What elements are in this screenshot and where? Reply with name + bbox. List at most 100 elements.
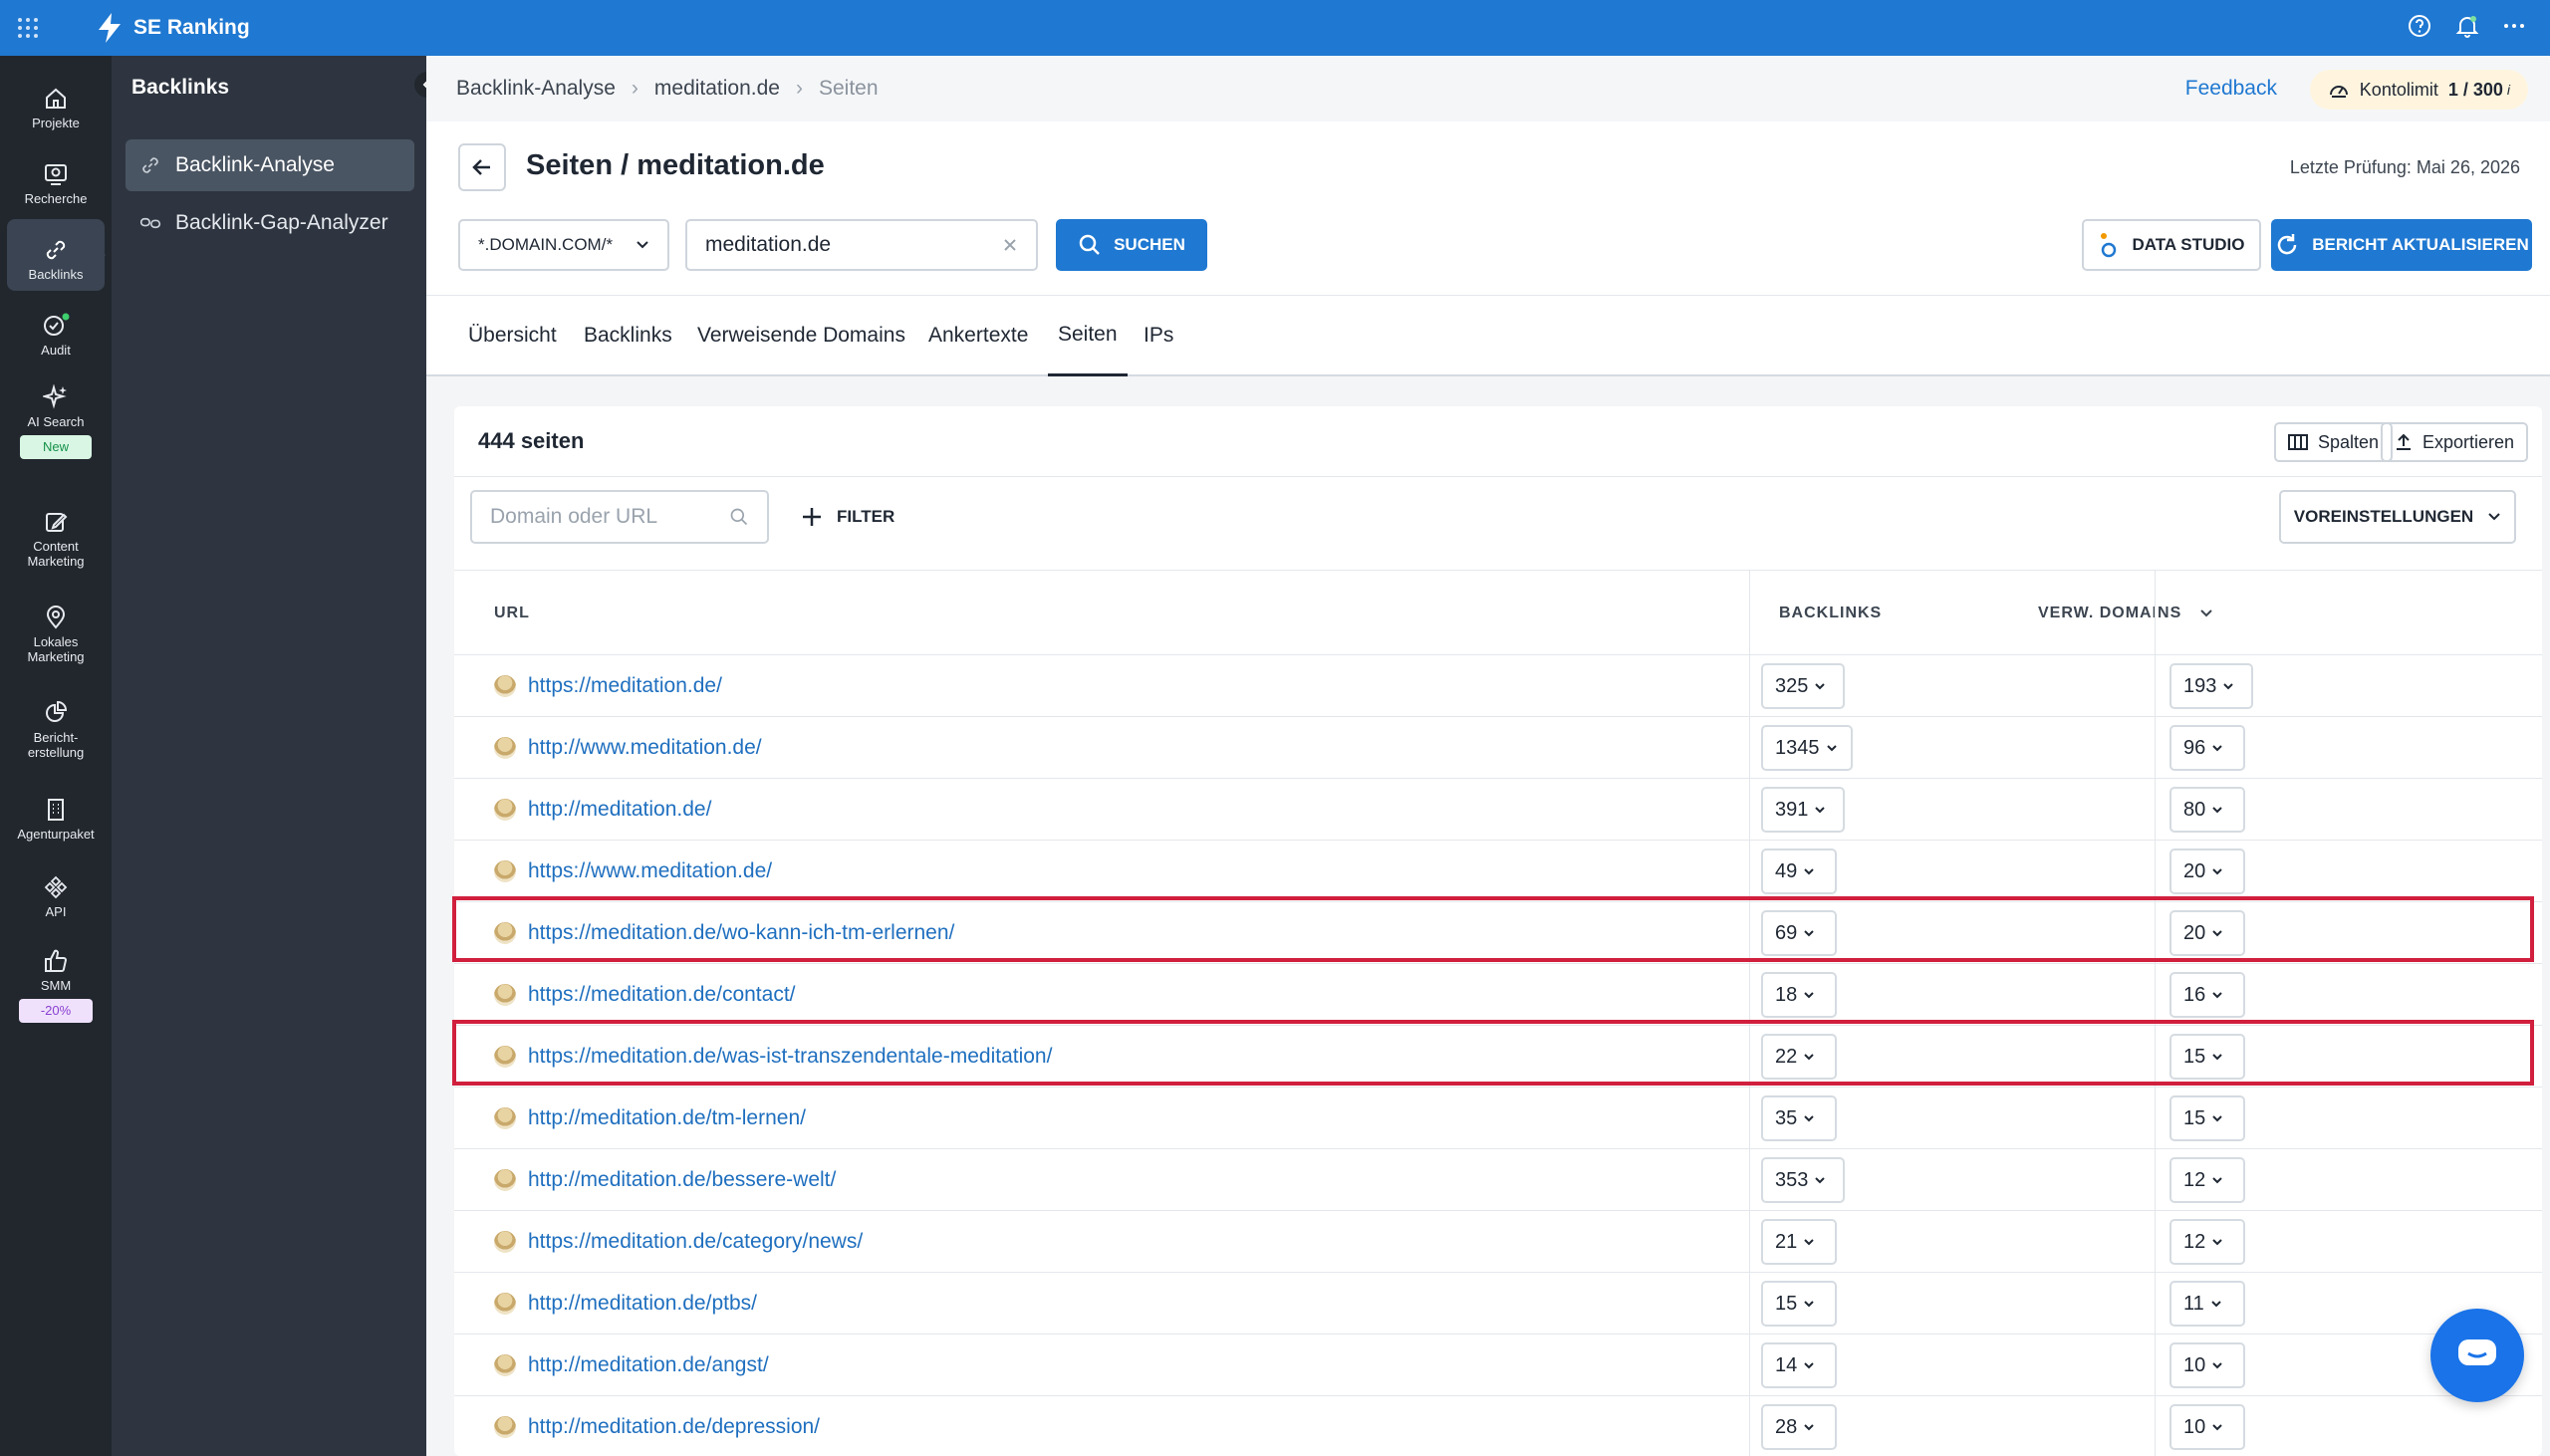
page-url-link[interactable]: https://meditation.de/category/news/ [528,1230,863,1254]
limit-value: 1 / 300 [2447,79,2503,100]
account-limit-badge[interactable]: Kontolimit 1 / 300 i [2309,70,2528,110]
backlinks-count-dropdown[interactable]: 1345 [1761,725,1853,771]
favicon-icon [494,1416,516,1438]
backlinks-count-dropdown[interactable]: 391 [1761,787,1845,833]
more-options-icon[interactable] [2502,13,2526,44]
column-header-url[interactable]: URL [494,571,530,656]
url-cell: http://meditation.de/angst/ [494,1335,769,1396]
highlight-box-row-5 [452,896,2534,962]
page-url-link[interactable]: https://meditation.de/ [528,674,722,698]
rail-item-projekte[interactable]: Projekte [7,68,105,139]
page-url-link[interactable]: http://meditation.de/ptbs/ [528,1292,757,1316]
support-chat-button[interactable] [2430,1309,2524,1402]
domain-search-input[interactable]: meditation.de [685,219,1038,271]
apps-grid-icon[interactable] [0,0,56,56]
domains-count-dropdown[interactable]: 12 [2169,1219,2245,1265]
domains-count-dropdown[interactable]: 80 [2169,787,2245,833]
column-header-domains[interactable]: VERW. DOMAINS [2038,571,2213,656]
domains-count-dropdown[interactable]: 10 [2169,1404,2245,1450]
page-url-link[interactable]: http://meditation.de/ [528,798,711,822]
domains-count-dropdown[interactable]: 20 [2169,849,2245,894]
tab-uebersicht[interactable]: Übersicht [468,296,557,375]
tab-ankertexte[interactable]: Ankertexte [928,296,1028,375]
rail-item-audit[interactable]: Audit [7,295,105,366]
breadcrumb-domain[interactable]: meditation.de [654,77,780,101]
chevron-down-icon [2211,1301,2221,1308]
favicon-icon [494,1293,516,1315]
presets-dropdown[interactable]: VOREINSTELLUNGEN [2279,490,2516,544]
page-url-link[interactable]: http://meditation.de/depression/ [528,1415,820,1439]
tab-seiten[interactable]: Seiten [1048,296,1128,377]
tab-verweisende-domains[interactable]: Verweisende Domains [697,296,905,375]
chevron-down-icon [1815,683,1826,690]
domain-mode-select[interactable]: *.DOMAIN.COM/* [458,219,669,271]
search-button[interactable]: SUCHEN [1056,219,1207,271]
help-icon[interactable] [2407,13,2432,44]
domains-count-dropdown[interactable]: 193 [2169,663,2253,709]
location-icon [46,606,66,629]
arrow-left-icon [472,159,490,175]
sidebar-item-backlink-gap-analyzer[interactable]: Backlink-Gap-Analyzer [126,197,414,249]
refresh-icon [2277,234,2297,255]
add-filter-button[interactable]: FILTER [801,490,894,544]
chevron-down-icon [1804,1239,1814,1246]
domains-count: 96 [2183,736,2206,759]
data-studio-button[interactable]: DATA STUDIO [2082,219,2261,271]
domains-count-dropdown[interactable]: 16 [2169,972,2245,1018]
rail-item-berichterstellung[interactable]: Bericht-erstellung [7,681,105,771]
sparkle-icon [43,384,67,409]
rail-item-recherche[interactable]: Recherche [7,143,105,215]
brand-logo[interactable]: SE Ranking [96,0,250,56]
page-url-link[interactable]: http://meditation.de/angst/ [528,1353,769,1377]
page-url-link[interactable]: http://www.meditation.de/ [528,736,762,760]
page-url-link[interactable]: http://meditation.de/bessere-welt/ [528,1168,836,1192]
notification-bell-icon[interactable] [2454,13,2480,44]
tab-backlinks[interactable]: Backlinks [584,296,672,375]
rail-item-api[interactable]: API [7,856,105,928]
domains-count: 193 [2183,674,2217,697]
domains-count-dropdown[interactable]: 11 [2169,1281,2245,1327]
backlinks-count-dropdown[interactable]: 35 [1761,1095,1837,1141]
backlinks-count-dropdown[interactable]: 15 [1761,1281,1837,1327]
backlinks-count: 353 [1775,1168,1809,1191]
column-header-backlinks[interactable]: BACKLINKS [1779,571,1882,656]
rail-item-agenturpaket[interactable]: Agenturpaket [7,779,105,850]
chevron-down-icon [2212,807,2222,814]
export-button[interactable]: Exportieren [2380,422,2528,462]
rail-label: Recherche [24,190,88,206]
rail-item-lokales-marketing[interactable]: Lokales Marketing [7,586,105,675]
sidebar-item-backlink-analyse[interactable]: Backlink-Analyse [126,139,414,191]
backlinks-count-dropdown[interactable]: 18 [1761,972,1837,1018]
backlinks-count-dropdown[interactable]: 21 [1761,1219,1837,1265]
domains-count-dropdown[interactable]: 96 [2169,725,2245,771]
backlinks-count-dropdown[interactable]: 28 [1761,1404,1837,1450]
domains-count-dropdown[interactable]: 15 [2169,1095,2245,1141]
clear-icon[interactable] [1002,237,1018,253]
limit-info: i [2506,82,2510,98]
rail-item-ai-search[interactable]: AI Search New [7,370,105,474]
chevron-down-icon [1804,868,1814,875]
rail-item-smm[interactable]: SMM -20% [7,934,105,1034]
domain-search-value: meditation.de [705,233,832,256]
columns-button[interactable]: Spalten [2273,422,2393,462]
domains-count-dropdown[interactable]: 10 [2169,1342,2245,1388]
url-filter-input[interactable]: Domain oder URL [470,490,769,544]
back-button[interactable] [458,143,506,191]
update-report-button[interactable]: BERICHT AKTUALISIEREN [2271,219,2532,271]
backlinks-count-dropdown[interactable]: 325 [1761,663,1845,709]
rail-item-backlinks[interactable]: Backlinks [7,219,105,291]
feedback-link[interactable]: Feedback [2185,56,2277,121]
page-url-link[interactable]: https://www.meditation.de/ [528,859,772,883]
backlinks-count-dropdown[interactable]: 49 [1761,849,1837,894]
chevron-down-icon [2212,1239,2222,1246]
url-cell: https://meditation.de/ [494,655,722,717]
tab-ips[interactable]: IPs [1144,296,1173,375]
domains-count-dropdown[interactable]: 12 [2169,1157,2245,1203]
breadcrumb-backlink-analyse[interactable]: Backlink-Analyse [456,77,616,101]
rail-item-content-marketing[interactable]: Content Marketing [7,490,105,580]
new-badge: New [20,435,92,459]
page-url-link[interactable]: http://meditation.de/tm-lernen/ [528,1106,806,1130]
backlinks-count-dropdown[interactable]: 14 [1761,1342,1837,1388]
page-url-link[interactable]: https://meditation.de/contact/ [528,983,796,1007]
backlinks-count-dropdown[interactable]: 353 [1761,1157,1845,1203]
